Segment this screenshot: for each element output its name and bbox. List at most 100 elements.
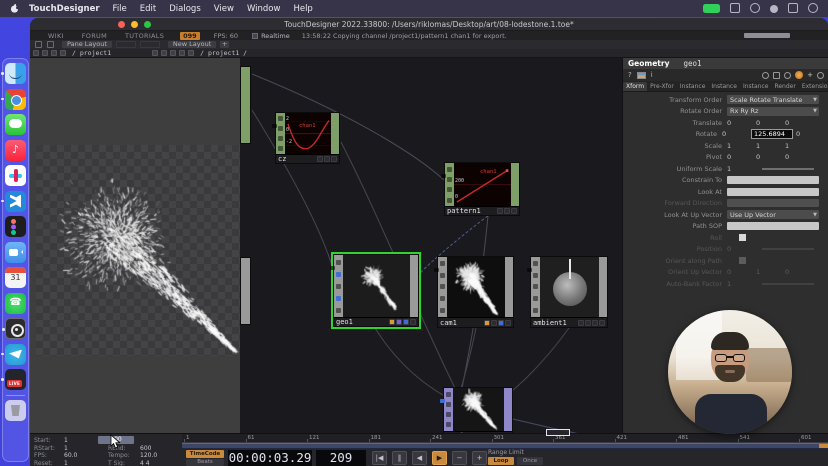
node-flag-dots[interactable] bbox=[389, 319, 416, 325]
node-flag-dots[interactable] bbox=[484, 320, 511, 326]
node-pattern1-viewer[interactable]: 200 0 chan1 bbox=[454, 163, 511, 206]
timeline-field-value[interactable]: 600 bbox=[140, 445, 151, 452]
node-output-strip[interactable] bbox=[410, 255, 418, 317]
param-value-field[interactable]: 0 bbox=[722, 130, 748, 138]
param-slider[interactable] bbox=[762, 248, 814, 250]
geometry-viewer-pane[interactable] bbox=[30, 58, 240, 433]
node-geo1[interactable]: geo1 bbox=[333, 254, 419, 327]
param-text-field[interactable] bbox=[727, 199, 819, 207]
whatsapp-dock-icon[interactable]: ☎ bbox=[5, 293, 26, 314]
messages-dock-icon[interactable] bbox=[5, 114, 26, 135]
touchdesigner-dock-icon[interactable] bbox=[5, 318, 26, 339]
param-text-field[interactable] bbox=[727, 222, 819, 230]
window-title-bar[interactable]: TouchDesigner 2022.33800: /Users/rikloma… bbox=[30, 18, 828, 31]
pane-home-icon[interactable] bbox=[60, 50, 66, 56]
history-icon[interactable] bbox=[784, 72, 791, 79]
node-flag-dots[interactable] bbox=[497, 208, 517, 214]
link-forum[interactable]: FORUM bbox=[82, 32, 107, 40]
param-tab-pre-xfor[interactable]: Pre-Xfor bbox=[647, 82, 677, 91]
param-value-field[interactable]: 1 bbox=[785, 142, 811, 150]
zoom-dock-icon[interactable] bbox=[5, 242, 26, 263]
menu-item-view[interactable]: View bbox=[214, 4, 234, 14]
trash-dock-icon[interactable] bbox=[5, 400, 26, 421]
node-pattern1[interactable]: 200 0 chan1 pattern1 bbox=[444, 162, 520, 216]
pane-home-icon[interactable] bbox=[188, 50, 194, 56]
param-value-field[interactable]: 0 bbox=[727, 153, 753, 161]
node-output-strip[interactable] bbox=[599, 257, 607, 317]
grid-layout-icon[interactable] bbox=[35, 41, 42, 48]
param-value-field[interactable]: 0 bbox=[796, 130, 822, 138]
timeline-field-value[interactable]: 60.0 bbox=[64, 452, 77, 459]
link-wiki[interactable]: WIKI bbox=[48, 32, 64, 40]
language-icon[interactable] bbox=[762, 72, 769, 79]
chrome-dock-icon[interactable] bbox=[5, 89, 26, 110]
node-fragment[interactable] bbox=[240, 66, 251, 144]
param-tab-instance[interactable]: Instance bbox=[708, 82, 740, 91]
timeline-field-value[interactable]: 1 bbox=[64, 460, 68, 466]
node-flags[interactable] bbox=[531, 257, 540, 317]
control-center-icon[interactable] bbox=[788, 3, 798, 13]
param-value-field[interactable]: 0 bbox=[785, 268, 811, 276]
network-editor-pane[interactable]: 2 0 -2 chan1 cz bbox=[240, 58, 622, 433]
playhead-marker[interactable] bbox=[546, 429, 570, 436]
param-value-field[interactable]: 1 bbox=[727, 142, 753, 150]
node-geo1-viewer[interactable] bbox=[343, 255, 410, 317]
pane-layout-button[interactable]: Pane Layout bbox=[62, 41, 112, 48]
play-button[interactable]: ▶ bbox=[432, 451, 447, 465]
parameter-header[interactable]: Geometry geo1 bbox=[623, 58, 828, 69]
menu-item-file[interactable]: File bbox=[113, 4, 127, 14]
clock-icon[interactable] bbox=[808, 3, 818, 13]
save-layout-icon[interactable] bbox=[47, 41, 54, 48]
param-dropdown[interactable]: Rx Ry Rz▼ bbox=[727, 107, 819, 116]
menu-item-help[interactable]: Help bbox=[293, 4, 312, 14]
param-slider[interactable] bbox=[762, 283, 814, 285]
color-palette-icon[interactable] bbox=[795, 71, 803, 79]
node-flags[interactable] bbox=[276, 113, 285, 154]
pane-maximize-icon[interactable] bbox=[42, 50, 48, 56]
node-flags[interactable] bbox=[444, 388, 453, 431]
node-fragment[interactable] bbox=[240, 257, 251, 325]
display-icon[interactable] bbox=[750, 3, 760, 13]
pane-split-icon[interactable] bbox=[170, 50, 176, 56]
param-tab-render[interactable]: Render bbox=[771, 82, 798, 91]
add-icon[interactable]: + bbox=[807, 71, 813, 79]
param-tab-extensio[interactable]: Extensio bbox=[799, 82, 828, 91]
figma-dock-icon[interactable] bbox=[5, 216, 26, 237]
param-toggle[interactable] bbox=[739, 234, 746, 241]
node-output-strip[interactable] bbox=[504, 388, 512, 431]
param-tab-instance[interactable]: Instance bbox=[740, 82, 772, 91]
node-flags[interactable] bbox=[445, 163, 454, 206]
node-ambient1[interactable]: ambient1 bbox=[530, 256, 608, 328]
jump-to-start-button[interactable]: |◀ bbox=[372, 451, 387, 465]
frame-minus-button[interactable]: − bbox=[452, 451, 467, 465]
param-dropdown[interactable]: Scale Rotate Translate▼ bbox=[727, 95, 819, 104]
node-output-strip[interactable] bbox=[505, 257, 513, 317]
slack-dock-icon[interactable] bbox=[5, 165, 26, 186]
loop-button[interactable]: Loop bbox=[488, 457, 514, 465]
node-cam1[interactable]: cam1 bbox=[437, 256, 514, 328]
particle-render-view[interactable] bbox=[36, 145, 240, 356]
param-value-field[interactable]: 1 bbox=[756, 142, 782, 150]
menu-item-edit[interactable]: Edit bbox=[140, 4, 156, 14]
timeline-ruler[interactable]: 161121181241301361421481541601 bbox=[182, 434, 828, 443]
live-dock-icon[interactable] bbox=[5, 369, 26, 390]
keyboard-icon[interactable] bbox=[730, 3, 740, 13]
param-value-field[interactable]: 0 bbox=[756, 153, 782, 161]
node-flags[interactable] bbox=[334, 255, 343, 317]
node-viewer-icon[interactable] bbox=[637, 72, 646, 79]
beats-mode-button[interactable]: Beats bbox=[186, 459, 224, 466]
record-icon[interactable] bbox=[770, 5, 778, 13]
node-cam1-viewer[interactable] bbox=[447, 257, 505, 317]
node-output-strip[interactable] bbox=[331, 113, 339, 154]
info-icon[interactable]: i bbox=[651, 71, 653, 79]
finder-dock-icon[interactable] bbox=[5, 63, 26, 84]
param-dropdown[interactable]: Use Up Vector▼ bbox=[727, 210, 819, 219]
menu-item-window[interactable]: Window bbox=[247, 4, 281, 14]
param-value-field[interactable]: 1 bbox=[756, 268, 782, 276]
realtime-checkbox-icon[interactable] bbox=[252, 33, 258, 39]
node-ambient1-viewer[interactable] bbox=[540, 257, 599, 317]
node-flag-dots[interactable] bbox=[317, 156, 337, 162]
param-tab-xform[interactable]: Xform bbox=[623, 82, 647, 91]
apple-menu-icon[interactable] bbox=[10, 4, 19, 13]
viewport-path[interactable]: / project1 bbox=[72, 49, 111, 57]
